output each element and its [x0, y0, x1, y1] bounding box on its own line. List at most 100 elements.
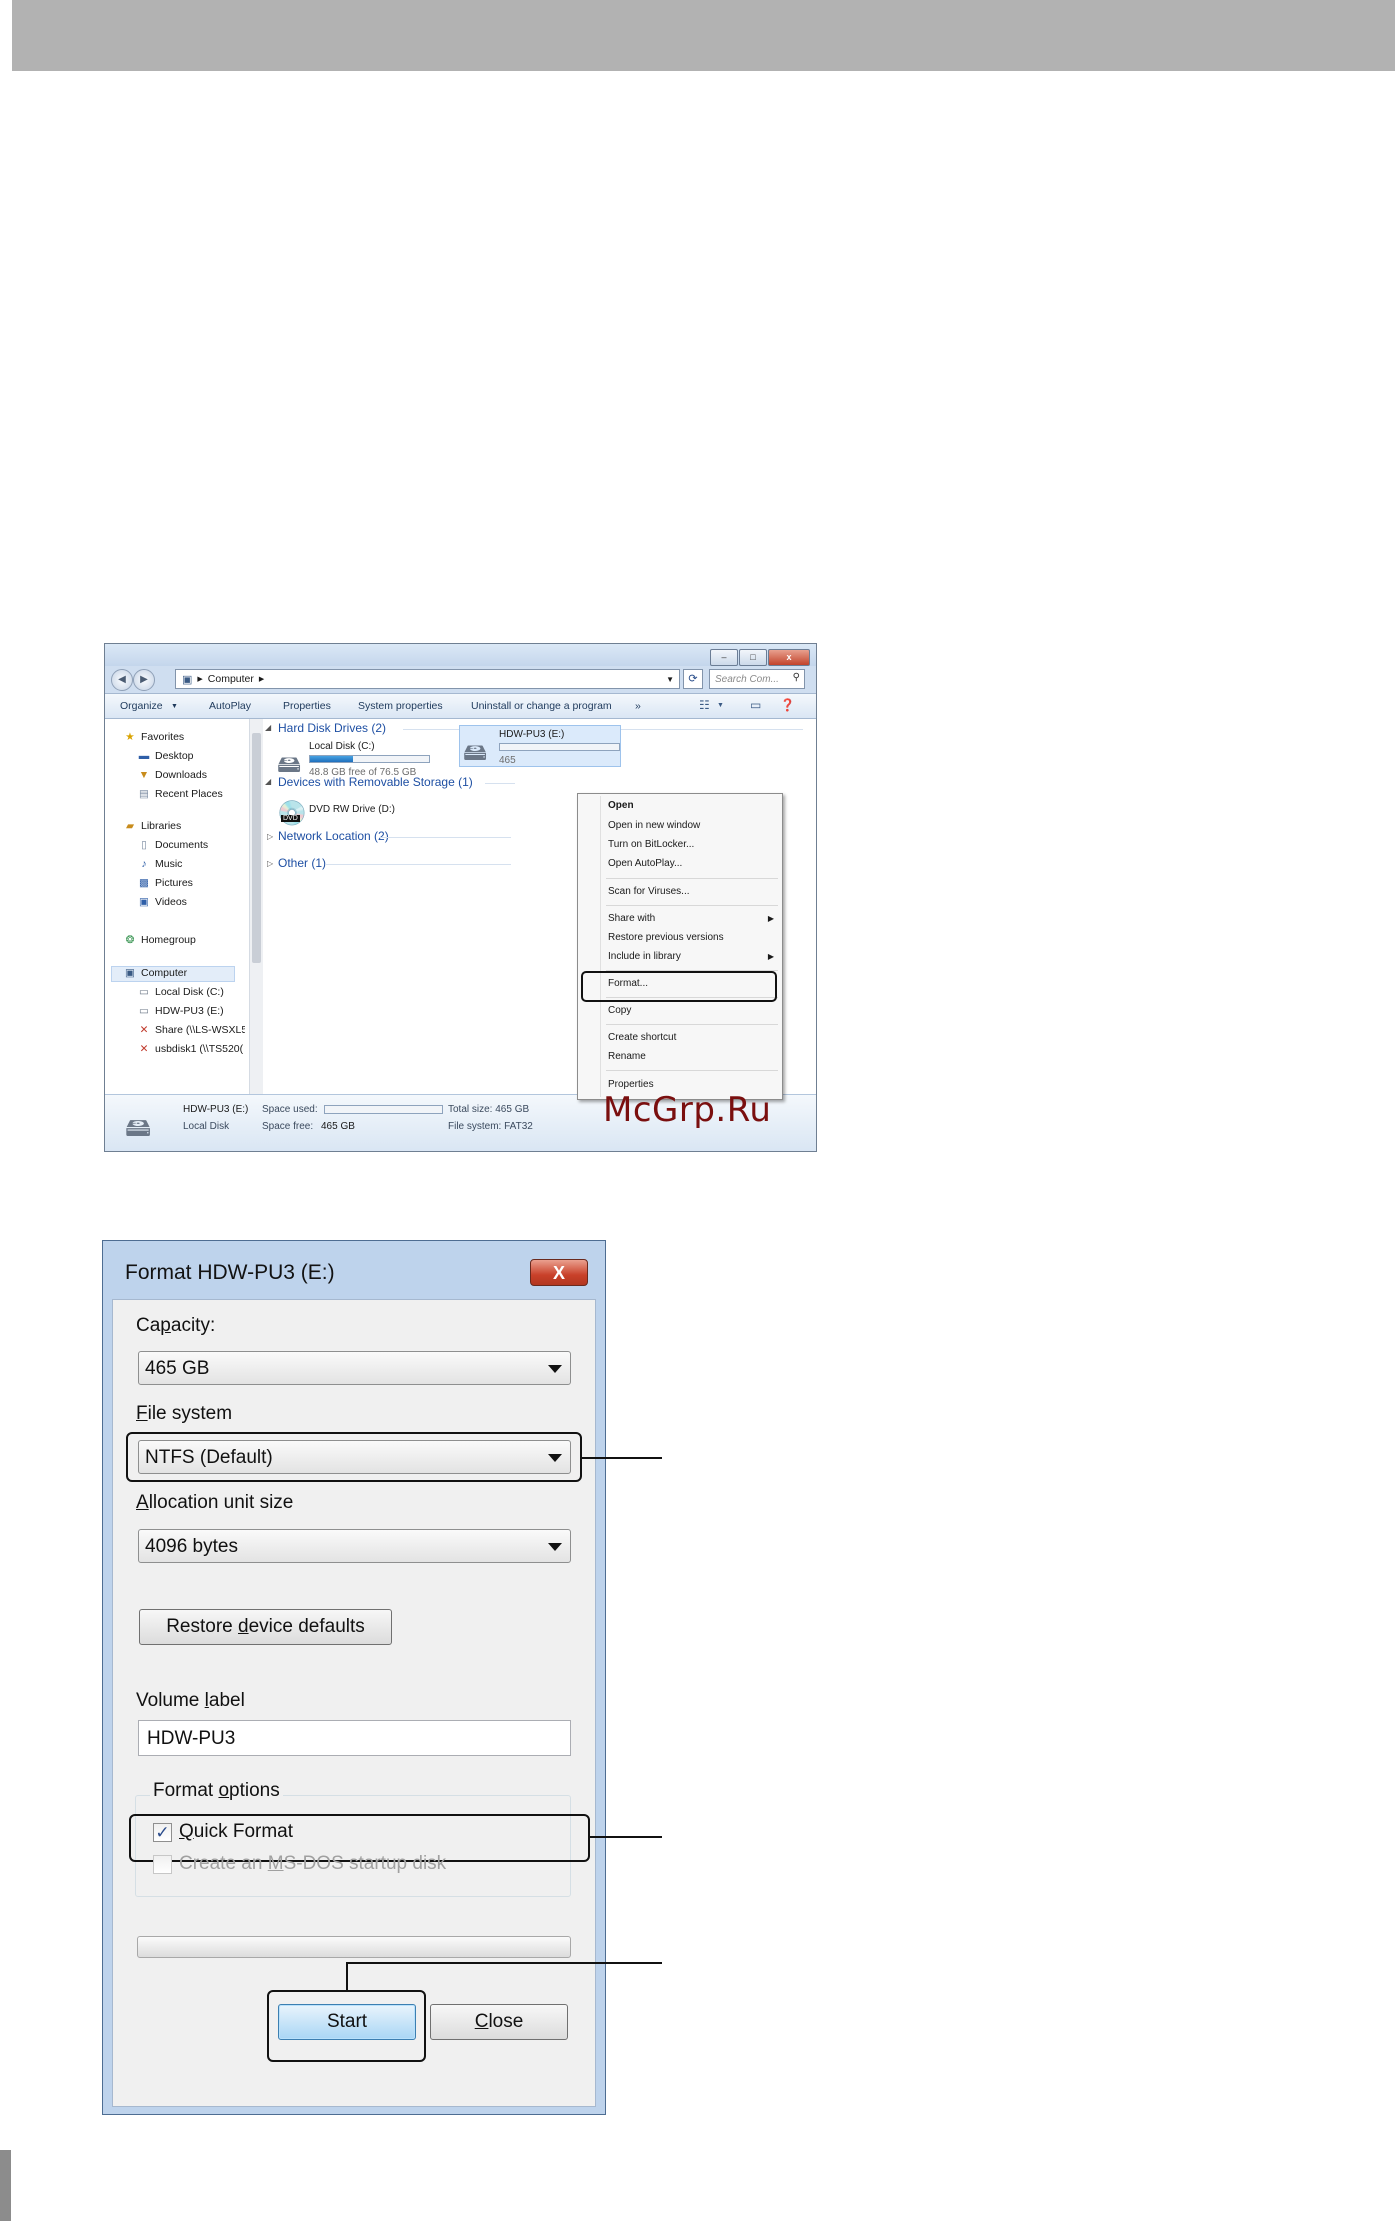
drive-e-name[interactable]: HDW-PU3 (E:): [499, 729, 564, 740]
menu-separator: [606, 1024, 778, 1025]
volume-label-label: Volume label: [136, 1690, 245, 1711]
videos-icon: ▣: [139, 896, 149, 908]
quick-format-leader-line: [590, 1836, 662, 1838]
nav-computer[interactable]: ▣ Computer: [123, 967, 187, 979]
breadcrumb-computer[interactable]: Computer: [208, 673, 254, 685]
uninstall-program-button[interactable]: Uninstall or change a program: [471, 700, 612, 712]
details-file-system: File system: FAT32: [448, 1121, 533, 1132]
breadcrumb-separator-icon: ▶: [197, 676, 203, 683]
capacity-select[interactable]: 465 GB: [138, 1351, 571, 1385]
group-divider: [325, 864, 511, 865]
search-input[interactable]: Search Com... ⚲: [709, 669, 805, 689]
header-band: [12, 0, 1395, 71]
watermark: McGrp.Ru: [603, 1090, 772, 1130]
more-commands-button[interactable]: »: [635, 700, 641, 712]
drive-dvd-name[interactable]: DVD RW Drive (D:): [309, 804, 395, 815]
details-drive-name: HDW-PU3 (E:): [183, 1104, 249, 1115]
menu-item-scan-viruses[interactable]: Scan for Viruses...: [608, 886, 690, 897]
restore-defaults-button[interactable]: Restore device defaults: [139, 1609, 392, 1645]
address-row: ◀ ▶ ▣ ▶ Computer ▶ ▼ ⟳ Search Com... ⚲: [105, 666, 816, 692]
nav-item-share[interactable]: ✕ Share (\\LS-WSXL5: [137, 1024, 245, 1036]
scrollbar-thumb[interactable]: [252, 733, 261, 963]
submenu-arrow-icon: ▶: [767, 952, 774, 961]
navigation-pane: ★ Favorites ▬ Desktop ▼ Downloads ▤ Recent P…: [105, 719, 250, 1094]
view-options-icon[interactable]: ☷: [699, 698, 710, 712]
menu-separator: [606, 905, 778, 906]
format-progress-bar: [137, 1936, 571, 1958]
address-bar[interactable]: ▣ ▶ Computer ▶ ▼: [175, 669, 680, 689]
nav-item-desktop[interactable]: ▬ Desktop: [137, 750, 194, 762]
nav-item-local-disk-c[interactable]: ▭ Local Disk (C:): [137, 986, 224, 998]
capacity-label: Capacity:: [136, 1315, 216, 1336]
menu-item-bitlocker[interactable]: Turn on BitLocker...: [608, 839, 694, 850]
menu-separator: [606, 1070, 778, 1071]
refresh-button[interactable]: ⟳: [683, 669, 703, 689]
nav-item-downloads[interactable]: ▼ Downloads: [137, 769, 207, 781]
menu-item-properties[interactable]: Properties: [608, 1079, 654, 1090]
collapse-arrow-icon[interactable]: ◢: [265, 777, 271, 786]
autoplay-button[interactable]: AutoPlay: [209, 700, 251, 712]
group-hard-disk-drives[interactable]: Hard Disk Drives (2): [278, 721, 386, 735]
drive-c-name[interactable]: Local Disk (C:): [309, 741, 375, 752]
caption-buttons: – □ x: [709, 649, 810, 666]
collapse-arrow-icon[interactable]: ◢: [265, 723, 271, 732]
chevron-down-icon[interactable]: ▼: [171, 703, 178, 710]
navigation-scrollbar[interactable]: [249, 719, 263, 1094]
nav-libraries[interactable]: ▰ Libraries: [123, 820, 181, 832]
details-total-size: Total size: 465 GB: [448, 1104, 530, 1115]
menu-item-include-library[interactable]: Include in library: [608, 951, 681, 962]
search-icon[interactable]: ⚲: [793, 672, 800, 683]
drive-e-free: 465: [499, 755, 516, 766]
nav-item-recent-places[interactable]: ▤ Recent Places: [137, 788, 223, 800]
file-system-leader-line: [582, 1457, 662, 1459]
help-icon[interactable]: ❓: [780, 698, 795, 712]
menu-item-create-shortcut[interactable]: Create shortcut: [608, 1032, 676, 1043]
capacity-value: 465 GB: [145, 1358, 210, 1379]
nav-item-videos[interactable]: ▣ Videos: [137, 896, 187, 908]
close-icon: X: [552, 1263, 565, 1283]
preview-pane-icon[interactable]: ▭: [750, 698, 761, 712]
maximize-button[interactable]: □: [739, 649, 767, 666]
properties-button[interactable]: Properties: [283, 700, 331, 712]
nav-item-pictures[interactable]: ▩ Pictures: [137, 877, 193, 889]
nav-favorites[interactable]: ★ Favorites: [123, 731, 184, 743]
homegroup-icon: ❂: [125, 934, 135, 946]
group-other[interactable]: Other (1): [278, 856, 326, 870]
expand-arrow-icon[interactable]: ▷: [267, 859, 273, 868]
group-divider: [485, 783, 515, 784]
nav-item-usbdisk1[interactable]: ✕ usbdisk1 (\\TS520(: [137, 1043, 245, 1055]
menu-item-rename[interactable]: Rename: [608, 1051, 646, 1062]
nav-item-music[interactable]: ♪ Music: [137, 858, 182, 870]
back-button[interactable]: ◀: [111, 669, 133, 691]
file-system-callout-box: [126, 1432, 582, 1482]
close-button[interactable]: Close: [430, 2004, 568, 2040]
menu-item-open[interactable]: Open: [608, 800, 634, 811]
command-bar: Organize ▼ AutoPlay Properties System pr…: [105, 693, 816, 719]
dialog-close-button[interactable]: X: [530, 1259, 588, 1286]
forward-button[interactable]: ▶: [133, 669, 155, 691]
msdos-startup-checkbox[interactable]: [153, 1855, 172, 1874]
start-leader-line: [346, 1962, 662, 1964]
chevron-down-icon[interactable]: ▼: [717, 702, 724, 709]
organize-menu[interactable]: Organize: [120, 700, 163, 712]
group-divider: [379, 837, 511, 838]
nav-item-hdw-pu3[interactable]: ▭ HDW-PU3 (E:): [137, 1005, 224, 1017]
menu-item-open-new-window[interactable]: Open in new window: [608, 820, 700, 831]
volume-label-input[interactable]: HDW-PU3: [138, 1720, 571, 1756]
menu-item-share-with[interactable]: Share with: [608, 913, 655, 924]
group-removable-storage[interactable]: Devices with Removable Storage (1): [278, 775, 473, 789]
window-close-button[interactable]: x: [768, 649, 810, 666]
allocation-unit-select[interactable]: 4096 bytes: [138, 1529, 571, 1563]
system-properties-button[interactable]: System properties: [358, 700, 443, 712]
group-network-location[interactable]: Network Location (2): [278, 829, 389, 843]
menu-item-copy[interactable]: Copy: [608, 1005, 631, 1016]
nav-item-documents[interactable]: ▯ Documents: [137, 839, 208, 851]
nav-homegroup[interactable]: ❂ Homegroup: [123, 934, 196, 946]
expand-arrow-icon[interactable]: ▷: [267, 832, 273, 841]
menu-item-restore-versions[interactable]: Restore previous versions: [608, 932, 724, 943]
format-callout-box: [581, 971, 777, 1002]
address-dropdown-icon[interactable]: ▼: [666, 675, 674, 684]
menu-item-open-autoplay[interactable]: Open AutoPlay...: [608, 858, 682, 869]
computer-icon: ▣: [125, 967, 135, 979]
minimize-button[interactable]: –: [710, 649, 738, 666]
